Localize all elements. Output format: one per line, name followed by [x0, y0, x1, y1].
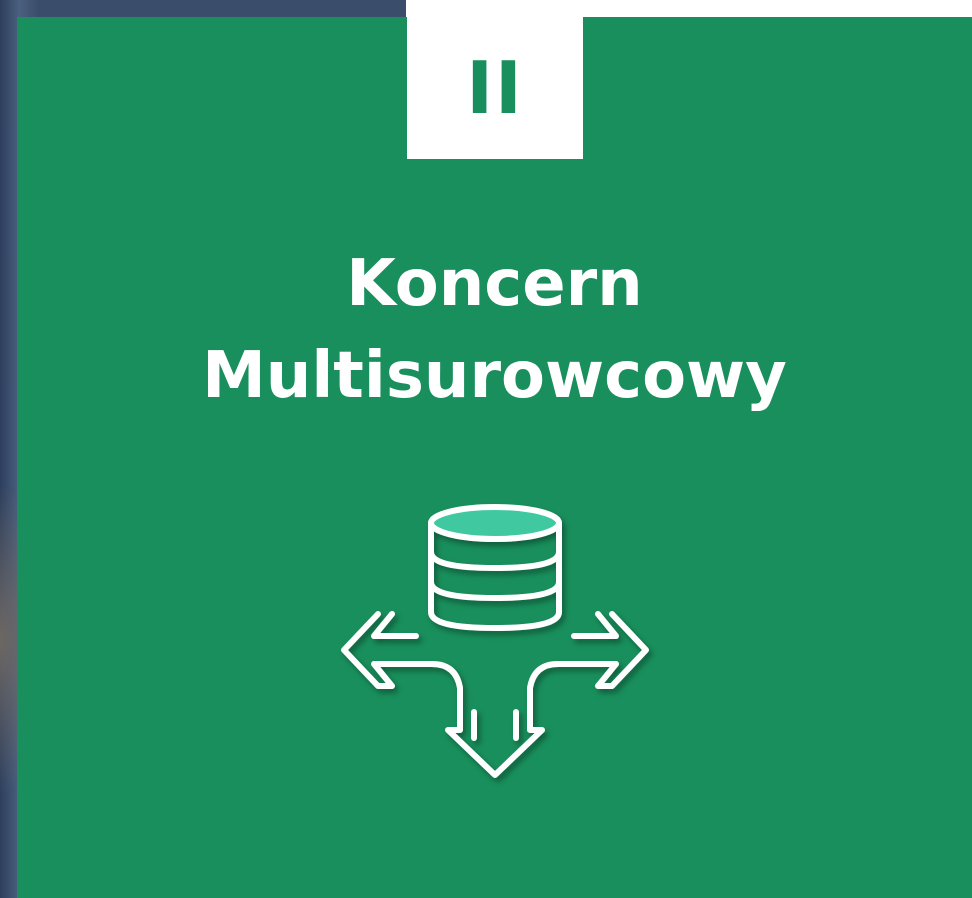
- top-white-strip: [406, 0, 972, 17]
- database-distribution-arrows-icon: [330, 490, 660, 790]
- card-title-line-1: Koncern: [346, 247, 643, 321]
- card-title-line-2: Multisurowcowy: [202, 339, 787, 413]
- section-number: II: [466, 46, 524, 130]
- card-title: Koncern Multisurowcowy: [17, 238, 972, 422]
- section-number-badge: II: [407, 17, 583, 159]
